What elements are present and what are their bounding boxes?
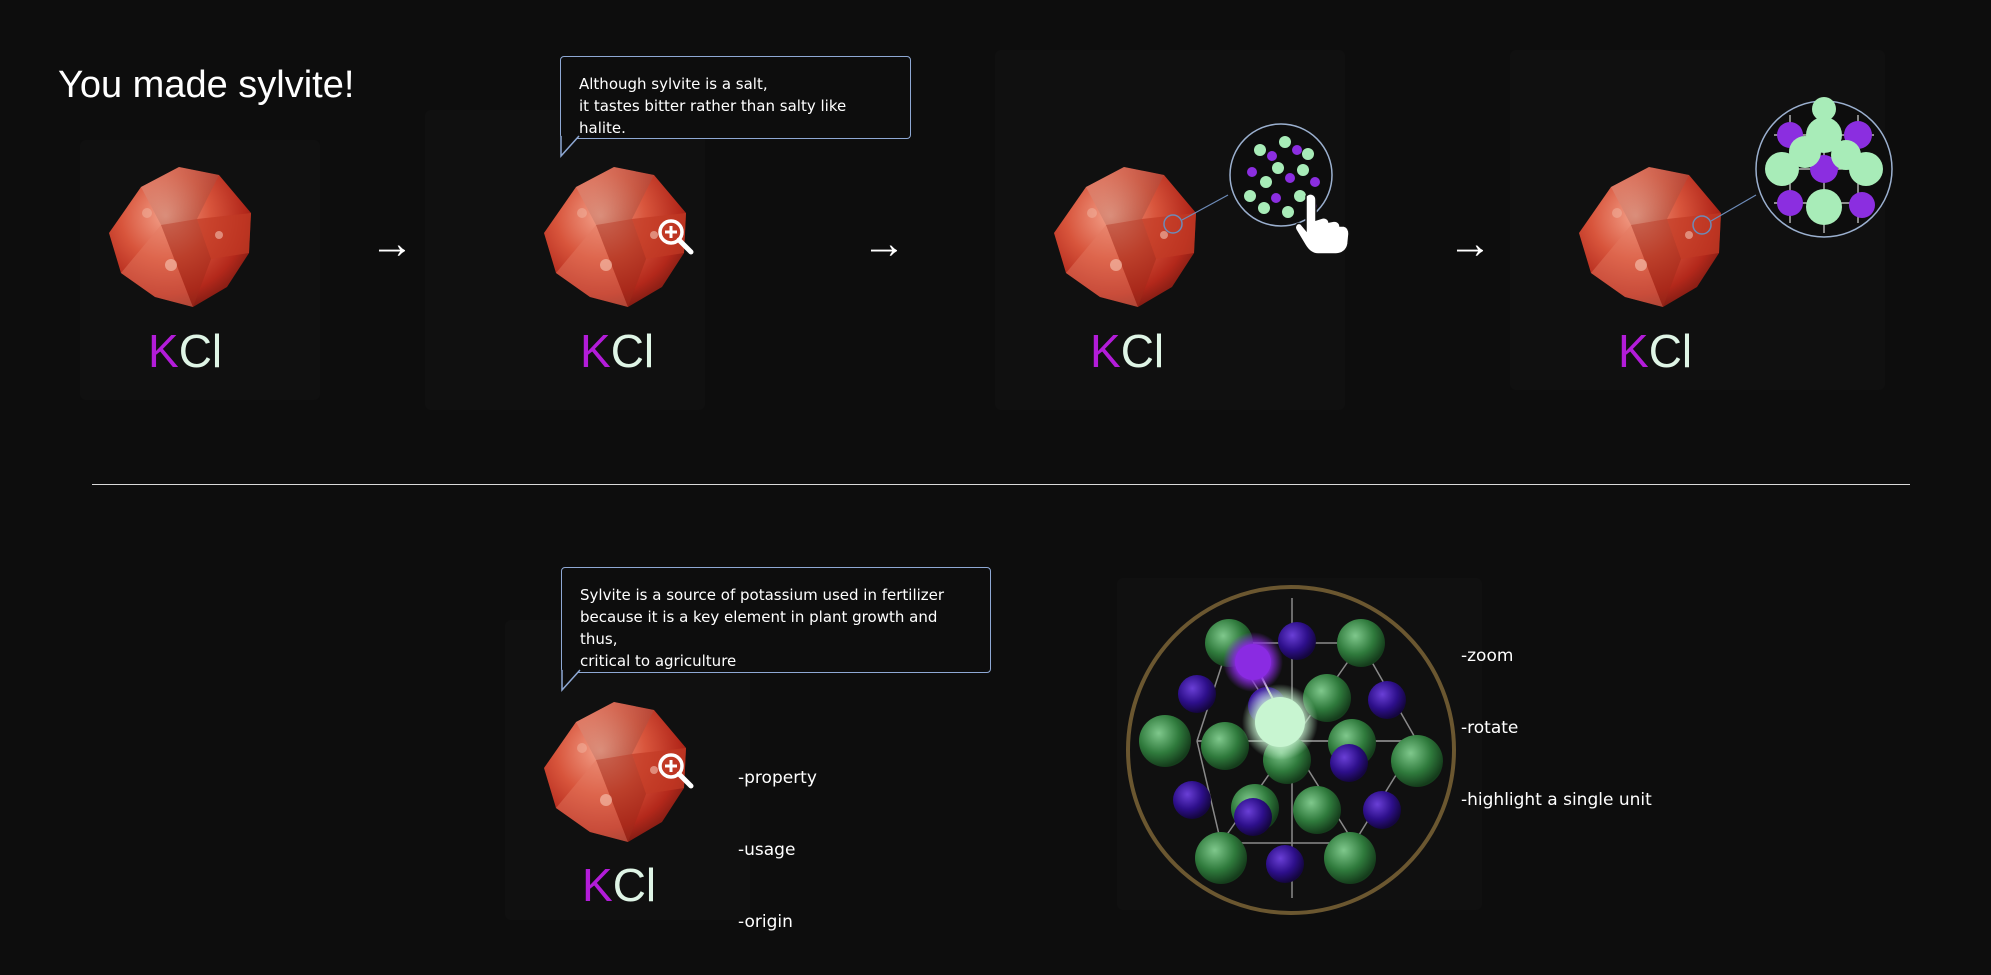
formula-potassium: K <box>580 325 611 377</box>
section-divider <box>92 484 1910 485</box>
formula-kcl-4: KCl <box>1618 328 1692 374</box>
option-usage[interactable]: -usage <box>738 838 817 862</box>
formula-kcl-1: KCl <box>148 328 222 374</box>
formula-potassium: K <box>148 325 179 377</box>
formula-chlorine: Cl <box>610 325 655 377</box>
option-origin[interactable]: -origin <box>738 910 817 934</box>
formula-kcl-detail: KCl <box>582 862 656 908</box>
magnify-plus-icon[interactable] <box>655 216 695 256</box>
bubble-line: it tastes bitter rather than salty like … <box>579 97 847 137</box>
formula-chlorine: Cl <box>1648 325 1693 377</box>
crystal-zoom-callout-expanded <box>1692 97 1893 238</box>
option-rotate[interactable]: -rotate <box>1461 716 1652 740</box>
fact-bubble-usage: Sylvite is a source of potassium used in… <box>561 567 991 692</box>
bubble-line: critical to agriculture <box>580 652 737 670</box>
magnify-plus-icon[interactable] <box>655 750 695 790</box>
formula-chlorine: Cl <box>612 859 657 911</box>
formula-potassium: K <box>1618 325 1649 377</box>
fact-bubble-taste: Although sylvite is a salt, it tastes bi… <box>560 56 911 158</box>
bubble-line: Sylvite is a source of potassium used in… <box>580 586 945 604</box>
formula-kcl-2: KCl <box>580 328 654 374</box>
sylvite-mineral-1 <box>100 155 262 315</box>
formula-chlorine: Cl <box>1120 325 1165 377</box>
option-property[interactable]: -property <box>738 766 817 790</box>
formula-chlorine: Cl <box>178 325 223 377</box>
bubble-tail <box>561 669 581 692</box>
arrow-right-icon: → <box>1448 219 1492 268</box>
pointing-hand-icon <box>1294 193 1350 255</box>
mineral-options-list: -property -usage -origin <box>738 718 817 958</box>
bubble-line: Although sylvite is a salt, <box>579 75 768 93</box>
option-highlight-unit[interactable]: -highlight a single unit <box>1461 788 1652 812</box>
crystal-3d-model[interactable] <box>1117 578 1482 918</box>
formula-kcl-3: KCl <box>1090 328 1164 374</box>
arrow-right-icon: → <box>370 219 414 268</box>
option-zoom[interactable]: -zoom <box>1461 644 1652 668</box>
model-options-list: -zoom -rotate -highlight a single unit <box>1461 596 1652 836</box>
page-title: You made sylvite! <box>58 64 355 106</box>
formula-potassium: K <box>1090 325 1121 377</box>
bubble-line: because it is a key element in plant gro… <box>580 608 938 648</box>
arrow-right-icon: → <box>862 219 906 268</box>
formula-potassium: K <box>582 859 613 911</box>
